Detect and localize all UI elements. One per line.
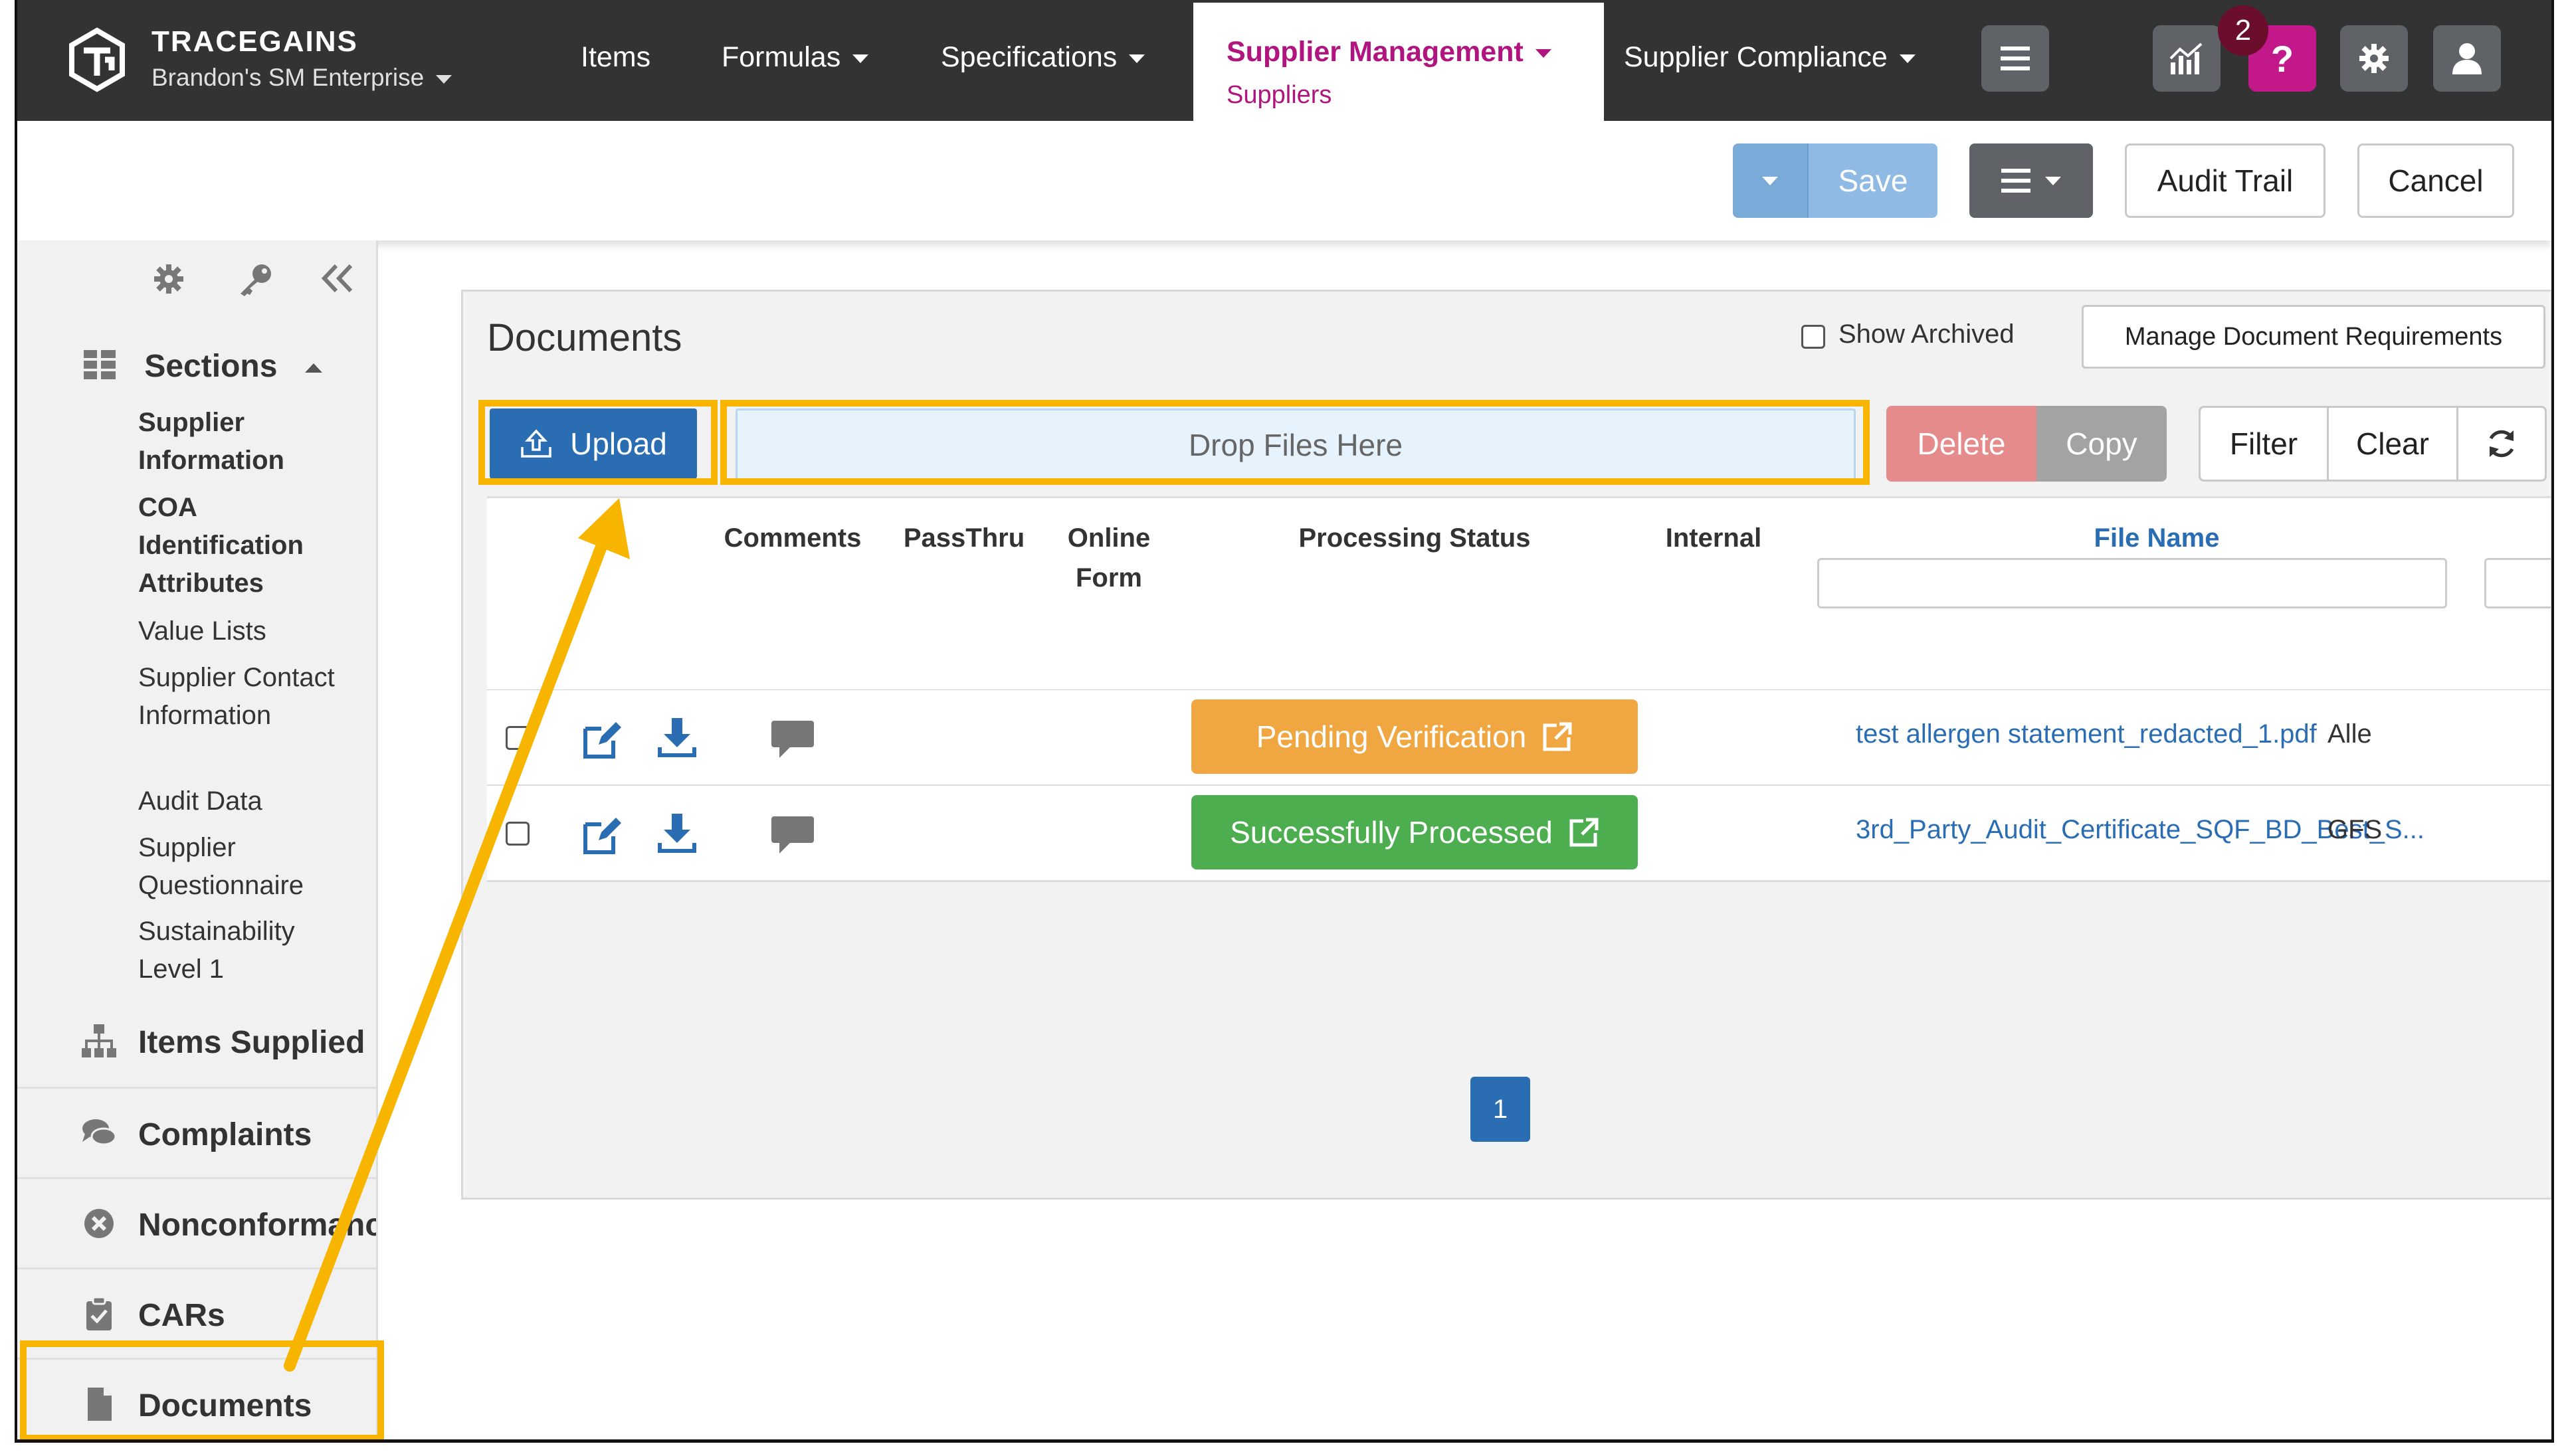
app-window: TRACEGAINS Brandon's SM Enterprise Items… bbox=[15, 0, 2554, 1443]
tutorial-arrow-icon bbox=[284, 498, 630, 1372]
